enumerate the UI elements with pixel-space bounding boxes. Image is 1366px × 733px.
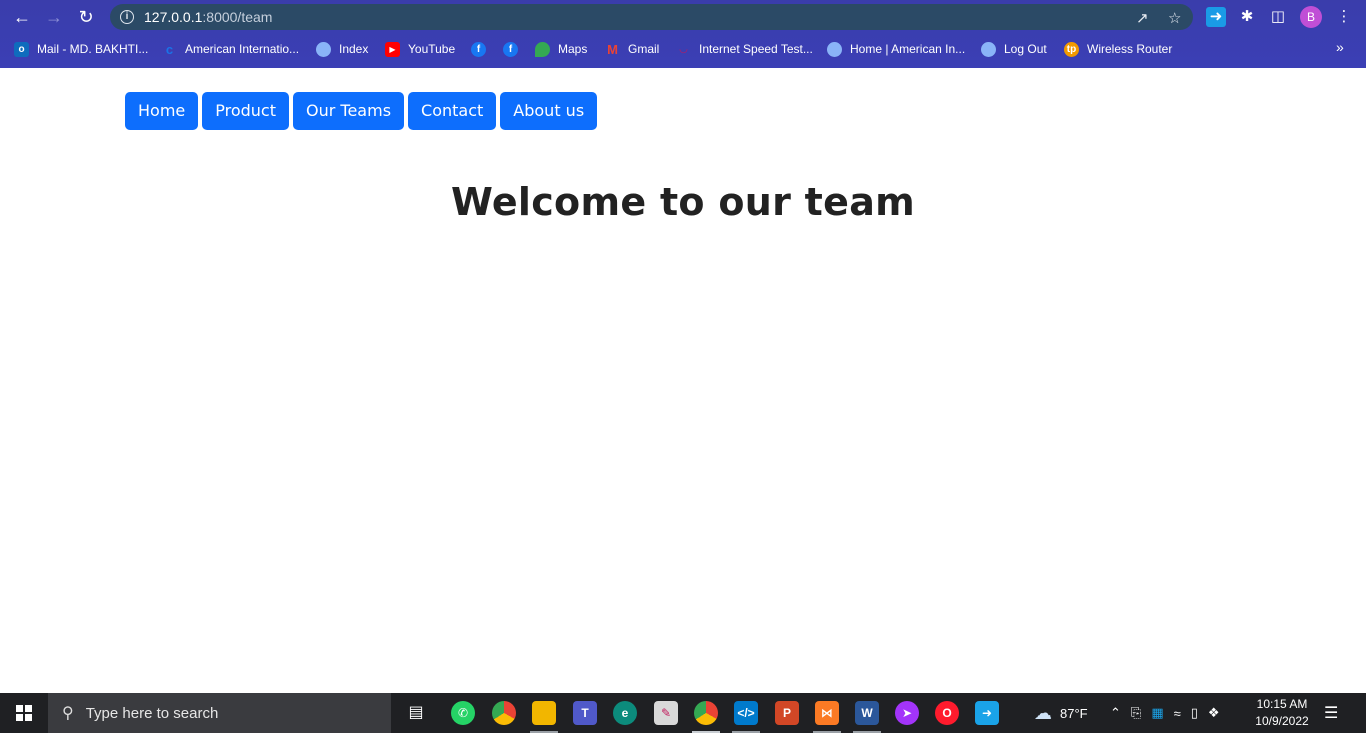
edge-icon[interactable]: e <box>613 701 637 725</box>
maps-icon <box>535 41 550 57</box>
shield-icon <box>981 41 996 57</box>
url-host: 127.0.0.1 <box>144 9 203 25</box>
bookmark-label: Internet Speed Test... <box>699 42 813 56</box>
nav-contact-button[interactable]: Contact <box>408 92 497 130</box>
bookmark-maps[interactable]: Maps <box>535 39 587 59</box>
bookmarks-overflow-icon[interactable]: » <box>1336 39 1344 55</box>
page-content: Home Product Our Teams Contact About us … <box>0 68 1366 693</box>
facebook-icon: f <box>503 41 518 57</box>
network-adapter-icon[interactable]: ⎘ <box>1131 705 1141 721</box>
bookmark-label: Mail - MD. BAKHTI... <box>37 42 149 56</box>
cloud-icon: ☁ <box>1034 702 1052 723</box>
nav-home-button[interactable]: Home <box>125 92 199 130</box>
tray-chevron-up-icon[interactable]: ⌃ <box>1110 705 1121 721</box>
extensions-puzzle-icon[interactable]: ✱ <box>1237 7 1257 27</box>
task-view-icon[interactable]: ▤ <box>404 701 428 725</box>
file-explorer-icon[interactable] <box>532 701 556 725</box>
powerpoint-icon[interactable]: P <box>775 701 799 725</box>
bookmark-speed-test[interactable]: ◡ Internet Speed Test... <box>676 39 813 59</box>
browser-toolbar: ← → ↻ i 127.0.0.1:8000/team ↗ ☆ ➜ ✱ ◫ B … <box>0 0 1366 34</box>
site-info-icon[interactable]: i <box>120 10 134 24</box>
windows-taskbar: ⚲ Type here to search ▤ ✆ T e ✎ </> P ⋈ … <box>0 693 1366 733</box>
shield-icon <box>827 41 842 57</box>
main-nav: Home Product Our Teams Contact About us <box>125 92 598 130</box>
speedtest-icon: ◡ <box>679 43 688 55</box>
start-button[interactable] <box>0 693 48 733</box>
profile-avatar[interactable]: B <box>1300 6 1322 28</box>
forward-icon[interactable]: → <box>43 6 65 28</box>
address-bar[interactable]: i 127.0.0.1:8000/team ↗ ☆ <box>110 4 1193 30</box>
nav-product-button[interactable]: Product <box>202 92 289 130</box>
page-title: Welcome to our team <box>450 180 916 224</box>
notification-center-icon[interactable]: ☰ <box>1324 693 1338 733</box>
bookmarks-bar: o Mail - MD. BAKHTI... c American Internat… <box>0 37 1366 61</box>
word-icon[interactable]: W <box>855 701 879 725</box>
bookmark-label: Index <box>339 42 369 56</box>
side-panel-icon[interactable]: ◫ <box>1268 7 1288 27</box>
clock[interactable]: 10:15 AM 10/9/2022 <box>1248 696 1316 730</box>
messenger-icon[interactable]: ➤ <box>895 701 919 725</box>
chrome-menu-icon[interactable]: ⋮ <box>1334 7 1354 27</box>
battery-icon[interactable]: ▯ <box>1191 705 1198 721</box>
c-icon: c <box>165 41 174 57</box>
bookmark-mail[interactable]: o Mail - MD. BAKHTI... <box>14 39 148 59</box>
teams-icon[interactable]: T <box>573 701 597 725</box>
facebook-icon: f <box>471 41 486 57</box>
router-icon: tp <box>1064 41 1079 57</box>
chrome-icon[interactable] <box>492 701 516 725</box>
windows-logo-icon <box>16 705 32 721</box>
browser-chrome: ← → ↻ i 127.0.0.1:8000/team ↗ ☆ ➜ ✱ ◫ B … <box>0 0 1366 68</box>
vscode-icon[interactable]: </> <box>734 701 758 725</box>
chrome-profile-icon[interactable] <box>694 701 718 725</box>
bookmark-facebook-1[interactable]: f <box>471 39 494 59</box>
dropbox-icon[interactable]: ❖ <box>1208 705 1220 721</box>
bookmark-label: Maps <box>558 42 588 56</box>
bookmark-index[interactable]: Index <box>316 39 368 59</box>
whatsapp-icon[interactable]: ✆ <box>451 701 475 725</box>
bookmark-home-american[interactable]: Home | American In... <box>827 39 965 59</box>
bookmark-label: Gmail <box>628 42 660 56</box>
reload-icon[interactable]: ↻ <box>75 6 97 28</box>
remote-icon[interactable]: ➜ <box>975 701 999 725</box>
url-path: :8000/team <box>202 9 273 25</box>
nav-our-teams-button[interactable]: Our Teams <box>293 92 405 130</box>
clock-date: 10/9/2022 <box>1255 714 1309 728</box>
clock-time: 10:15 AM <box>1256 697 1308 711</box>
bookmark-american-internatio[interactable]: c American Internatio... <box>162 39 299 59</box>
bookmark-wireless-router[interactable]: tp Wireless Router <box>1064 39 1172 59</box>
bookmark-star-icon[interactable]: ☆ <box>1168 9 1181 27</box>
taskbar-search-box[interactable]: ⚲ Type here to search <box>48 693 391 733</box>
bookmark-facebook-2[interactable]: f <box>503 39 526 59</box>
outlook-icon: o <box>14 41 29 57</box>
bookmark-log-out[interactable]: Log Out <box>981 39 1047 59</box>
bookmark-label: YouTube <box>408 42 456 56</box>
wifi-icon[interactable]: ≈ <box>1174 706 1181 721</box>
gmail-icon: M <box>607 41 618 57</box>
bookmark-label: Log Out <box>1004 42 1047 56</box>
back-icon[interactable]: ← <box>11 6 33 28</box>
system-tray: ⌃ ⎘ ▦ ≈ ▯ ❖ <box>1110 693 1220 733</box>
bookmark-youtube[interactable]: ▶ YouTube <box>385 39 455 59</box>
opera-icon[interactable]: O <box>935 701 959 725</box>
remote-tray-icon[interactable]: ▦ <box>1151 705 1163 721</box>
youtube-icon: ▶ <box>385 41 400 57</box>
url-text[interactable]: 127.0.0.1:8000/team <box>144 9 272 25</box>
bookmark-label: Home | American In... <box>850 42 966 56</box>
remote-desktop-extension-icon[interactable]: ➜ <box>1206 7 1226 27</box>
share-icon[interactable]: ↗ <box>1136 9 1149 27</box>
search-placeholder: Type here to search <box>85 704 219 722</box>
bookmark-gmail[interactable]: M Gmail <box>605 39 659 59</box>
shield-icon <box>316 41 331 57</box>
paint-icon[interactable]: ✎ <box>654 701 678 725</box>
weather-widget[interactable]: ☁ 87°F <box>1034 693 1088 733</box>
bookmark-label: American Internatio... <box>185 42 300 56</box>
nav-about-us-button[interactable]: About us <box>500 92 598 130</box>
bookmark-label: Wireless Router <box>1087 42 1173 56</box>
xampp-icon[interactable]: ⋈ <box>815 701 839 725</box>
weather-temp: 87°F <box>1060 705 1088 721</box>
search-icon: ⚲ <box>62 705 74 722</box>
